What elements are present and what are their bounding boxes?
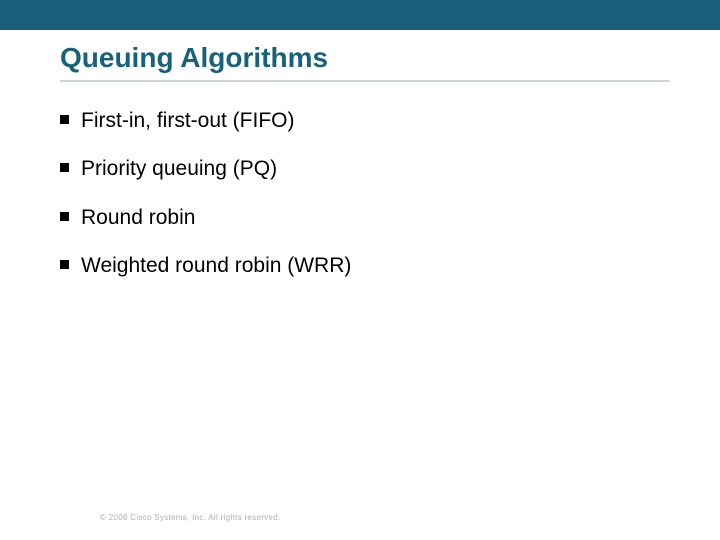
- bullet-text: Round robin: [81, 205, 195, 231]
- bullet-icon: [60, 115, 69, 124]
- list-item: Priority queuing (PQ): [60, 156, 660, 182]
- bullet-text: Priority queuing (PQ): [81, 156, 277, 182]
- bullet-text: Weighted round robin (WRR): [81, 253, 351, 279]
- footer-copyright: © 2006 Cisco Systems, Inc. All rights re…: [100, 513, 281, 522]
- bullet-icon: [60, 212, 69, 221]
- bullet-text: First-in, first-out (FIFO): [81, 108, 295, 134]
- slide: Queuing Algorithms First-in, first-out (…: [0, 0, 720, 540]
- header-bar: [0, 0, 720, 30]
- bullet-icon: [60, 260, 69, 269]
- list-item: Weighted round robin (WRR): [60, 253, 660, 279]
- list-item: First-in, first-out (FIFO): [60, 108, 660, 134]
- list-item: Round robin: [60, 205, 660, 231]
- slide-content: First-in, first-out (FIFO) Priority queu…: [60, 108, 660, 301]
- slide-title: Queuing Algorithms: [60, 42, 670, 82]
- bullet-icon: [60, 163, 69, 172]
